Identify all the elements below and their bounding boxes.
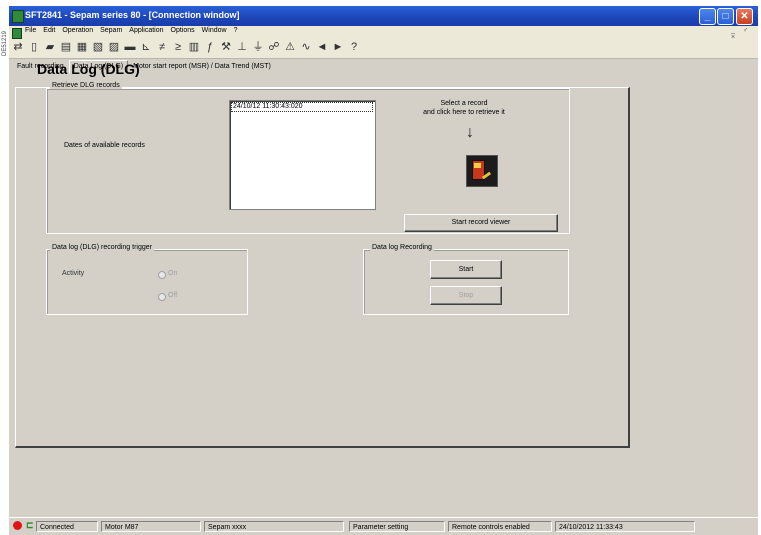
menu-items: File Edit Operation Sepam Application Op… [25, 27, 237, 34]
arrow-left-icon[interactable]: ◄ [316, 41, 328, 54]
ground-icon[interactable]: ⏚ [252, 41, 264, 54]
status-sepam: Sepam xxxx [204, 521, 344, 532]
trigger-group [46, 249, 248, 315]
application-window: SFT2841 - Sepam series 80 - [Connection … [9, 6, 758, 535]
document-icon[interactable] [12, 28, 22, 39]
new-file-icon[interactable]: ▯ [28, 41, 40, 54]
control-icon[interactable]: ☍ [268, 41, 280, 54]
start-record-viewer-button[interactable]: Start record viewer [404, 214, 558, 232]
menu-application[interactable]: Application [129, 27, 163, 34]
print-icon[interactable]: ▨ [108, 41, 120, 54]
document-code: DE51219 [2, 30, 8, 56]
activity-off-radio[interactable] [158, 293, 166, 301]
tab-motor-start-report[interactable]: Motor start report (MSR) / Data Trend (M… [128, 60, 276, 73]
help-icon[interactable]: ? [348, 41, 360, 54]
app-icon[interactable] [12, 10, 24, 23]
plug-icon: ⊏ [26, 520, 34, 530]
monitor-icon[interactable]: ▬ [124, 41, 136, 54]
retrieve-group-label: Retrieve DLG records [50, 82, 122, 89]
instruction-line-2: and click here to retrieve it [423, 109, 505, 116]
down-arrow-icon: ↓ [466, 124, 474, 141]
sepam-icon[interactable]: ▦ [76, 41, 88, 54]
diagram-icon[interactable]: ⊾ [140, 41, 152, 54]
open-folder-icon[interactable]: ▰ [44, 41, 56, 54]
device-screen-icon [474, 163, 481, 168]
maximize-button[interactable]: □ [717, 8, 734, 25]
menu-operation[interactable]: Operation [62, 27, 93, 34]
activity-label: Activity [62, 270, 85, 277]
connection-status-icon [13, 521, 22, 530]
minimize-button[interactable]: _ [699, 8, 716, 25]
antenna-icon[interactable]: ⊥ [236, 41, 248, 54]
settings-icon[interactable]: ▧ [92, 41, 104, 54]
menu-edit[interactable]: Edit [43, 27, 55, 34]
menu-sepam[interactable]: Sepam [100, 27, 122, 34]
window-title: SFT2841 - Sepam series 80 - [Connection … [25, 10, 240, 20]
toolbar-buttons: ⇄ ▯ ▰ ▤ ▦ ▧ ▨ ▬ ⊾ ≠ ≥ ▥ ƒ ⚒ ⊥ ⏚ ☍ ⚠ ∿ ◄ ►? [12, 41, 360, 54]
status-remote: Remote controls enabled [448, 521, 552, 532]
tool-icon[interactable]: ⚒ [220, 41, 232, 54]
instruction-line-1: Select a record [440, 100, 488, 107]
status-device: Motor M87 [101, 521, 201, 532]
retrieve-record-button[interactable] [466, 155, 498, 187]
title-bar[interactable]: SFT2841 - Sepam series 80 - [Connection … [9, 6, 758, 26]
recording-group [363, 249, 569, 315]
function-icon[interactable]: ƒ [204, 41, 216, 54]
page-title: Data Log (DLG) [37, 61, 140, 77]
waveform-icon[interactable]: ∿ [300, 41, 312, 54]
table-icon[interactable]: ▥ [188, 41, 200, 54]
dates-label: Dates of available records [64, 142, 145, 149]
status-bar: ⊏ Connected Motor M87 Sepam xxxx Paramet… [9, 517, 758, 535]
start-button[interactable]: Start [430, 260, 502, 279]
activity-on-radio[interactable] [158, 271, 166, 279]
logic-icon[interactable]: ≥ [172, 41, 184, 54]
warning-icon[interactable]: ⚠ [284, 41, 296, 54]
menu-file[interactable]: File [25, 27, 36, 34]
stop-button[interactable]: Stop [430, 286, 502, 305]
list-item[interactable]: 24/10/12 11:30:43:020 [231, 102, 373, 112]
menu-help[interactable]: ? [234, 27, 238, 34]
arrow-right-icon[interactable]: ► [332, 41, 344, 54]
save-icon[interactable]: ▤ [60, 41, 72, 54]
connect-icon[interactable]: ⇄ [12, 41, 24, 54]
menu-window[interactable]: Window [202, 27, 227, 34]
status-mode: Parameter setting [349, 521, 445, 532]
close-button[interactable]: ✕ [736, 8, 753, 25]
trigger-group-label: Data log (DLG) recording trigger [50, 244, 154, 251]
activity-off-label: Off [168, 292, 178, 299]
status-connection: Connected [36, 521, 98, 532]
toolbar: ⇄ ▯ ▰ ▤ ▦ ▧ ▨ ▬ ⊾ ≠ ≥ ▥ ƒ ⚒ ⊥ ⏚ ☍ ⚠ ∿ ◄ ►? [9, 39, 758, 59]
status-datetime: 24/10/2012 11:33:43 [555, 521, 695, 532]
menu-bar: File Edit Operation Sepam Application Op… [9, 26, 758, 41]
records-list[interactable]: 24/10/12 11:30:43:020 [229, 100, 376, 210]
recording-group-label: Data log Recording [370, 244, 434, 251]
activity-on-label: On [168, 270, 178, 277]
menu-options[interactable]: Options [171, 27, 195, 34]
retrieve-instruction: Select a record and click here to retrie… [409, 99, 519, 117]
curve-icon[interactable]: ≠ [156, 41, 168, 54]
